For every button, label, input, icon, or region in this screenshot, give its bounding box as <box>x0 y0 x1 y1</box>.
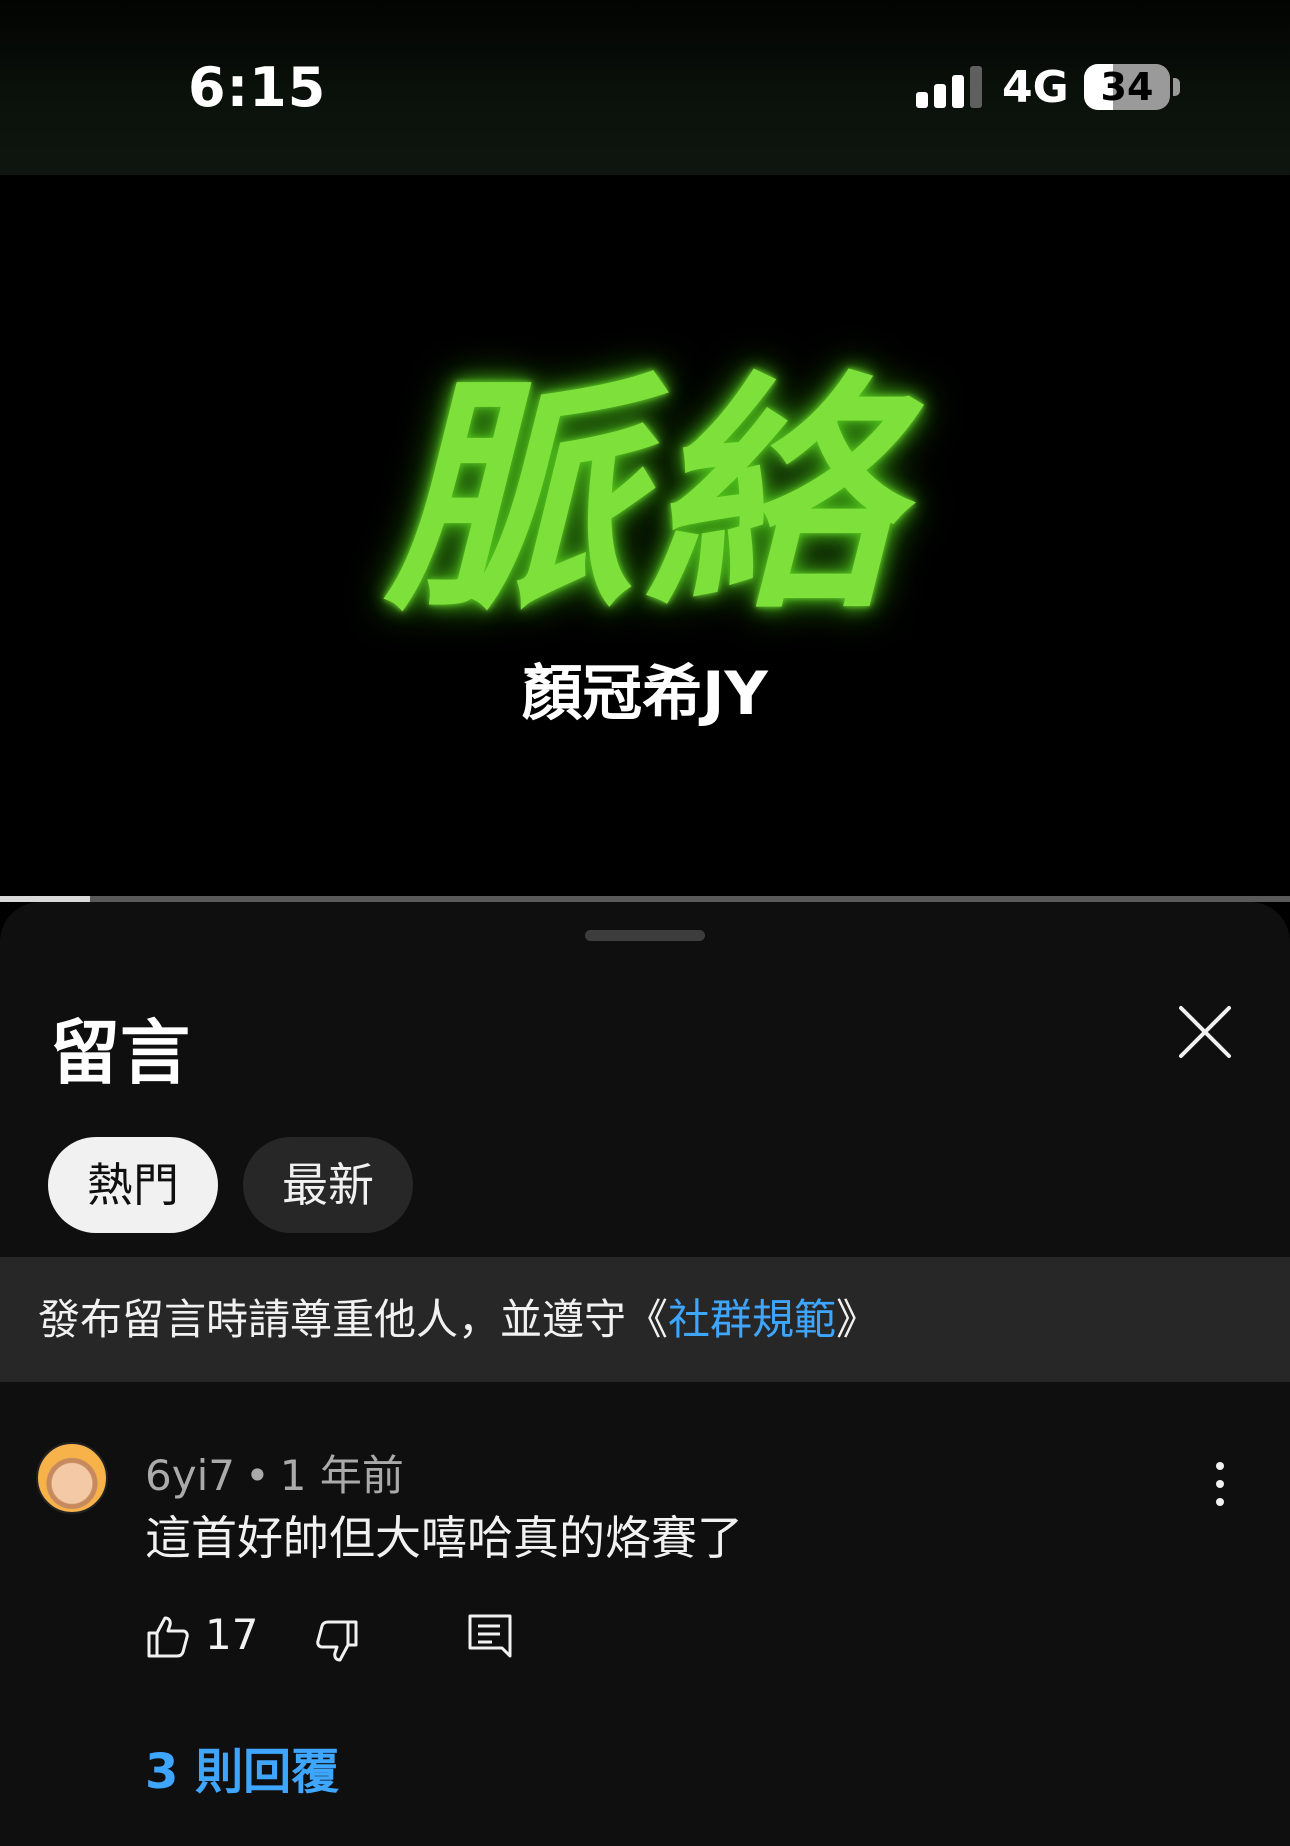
network-type: 4G <box>1002 62 1069 113</box>
status-bar: 6:15 4G 34 <box>0 0 1290 175</box>
sort-chip-newest[interactable]: 最新 <box>243 1137 413 1233</box>
thumbs-up-icon[interactable] <box>145 1612 193 1660</box>
comments-sheet: 留言 熱門 最新 發布留言時請尊重他人，並遵守《社群規範》 6yi7 • 1 年前 … <box>0 902 1290 1846</box>
comment-time: 1 年前 <box>279 1451 404 1500</box>
community-guidelines-notice: 發布留言時請尊重他人，並遵守《社群規範》 <box>0 1257 1290 1382</box>
avatar[interactable] <box>36 1442 108 1514</box>
comments-title: 留言 <box>50 1012 190 1094</box>
battery-tip <box>1173 78 1180 96</box>
thumbs-down-icon[interactable] <box>312 1618 360 1666</box>
close-icon[interactable] <box>1175 1002 1235 1062</box>
community-guidelines-link[interactable]: 社群規範 <box>668 1295 836 1344</box>
status-time: 6:15 <box>188 56 327 119</box>
battery-percent: 34 <box>1100 65 1154 109</box>
view-replies-link[interactable]: 3 則回覆 <box>145 1732 339 1802</box>
signal-icon <box>916 66 982 108</box>
battery-icon: 34 <box>1084 64 1170 110</box>
meta-separator: • <box>244 1451 270 1500</box>
video-artist: 顏冠希JY <box>522 659 768 729</box>
reply-icon[interactable] <box>466 1612 514 1660</box>
sort-chip-top[interactable]: 熱門 <box>48 1137 218 1233</box>
notice-text: 發布留言時請尊重他人，並遵守《 <box>38 1295 669 1344</box>
comment-text: 這首好帥但大嘻哈真的烙賽了 <box>145 1511 743 1565</box>
notice-suffix: 》 <box>836 1295 879 1344</box>
video-player[interactable]: 脈絡 顏冠希JY <box>0 175 1290 900</box>
video-title-art: 脈絡 <box>385 349 905 643</box>
more-options-icon[interactable] <box>1200 1454 1240 1514</box>
like-count: 17 <box>205 1610 259 1659</box>
comment-author[interactable]: 6yi7 <box>145 1451 235 1500</box>
drag-handle[interactable] <box>585 930 705 941</box>
comment-meta: 6yi7 • 1 年前 <box>145 1442 404 1503</box>
